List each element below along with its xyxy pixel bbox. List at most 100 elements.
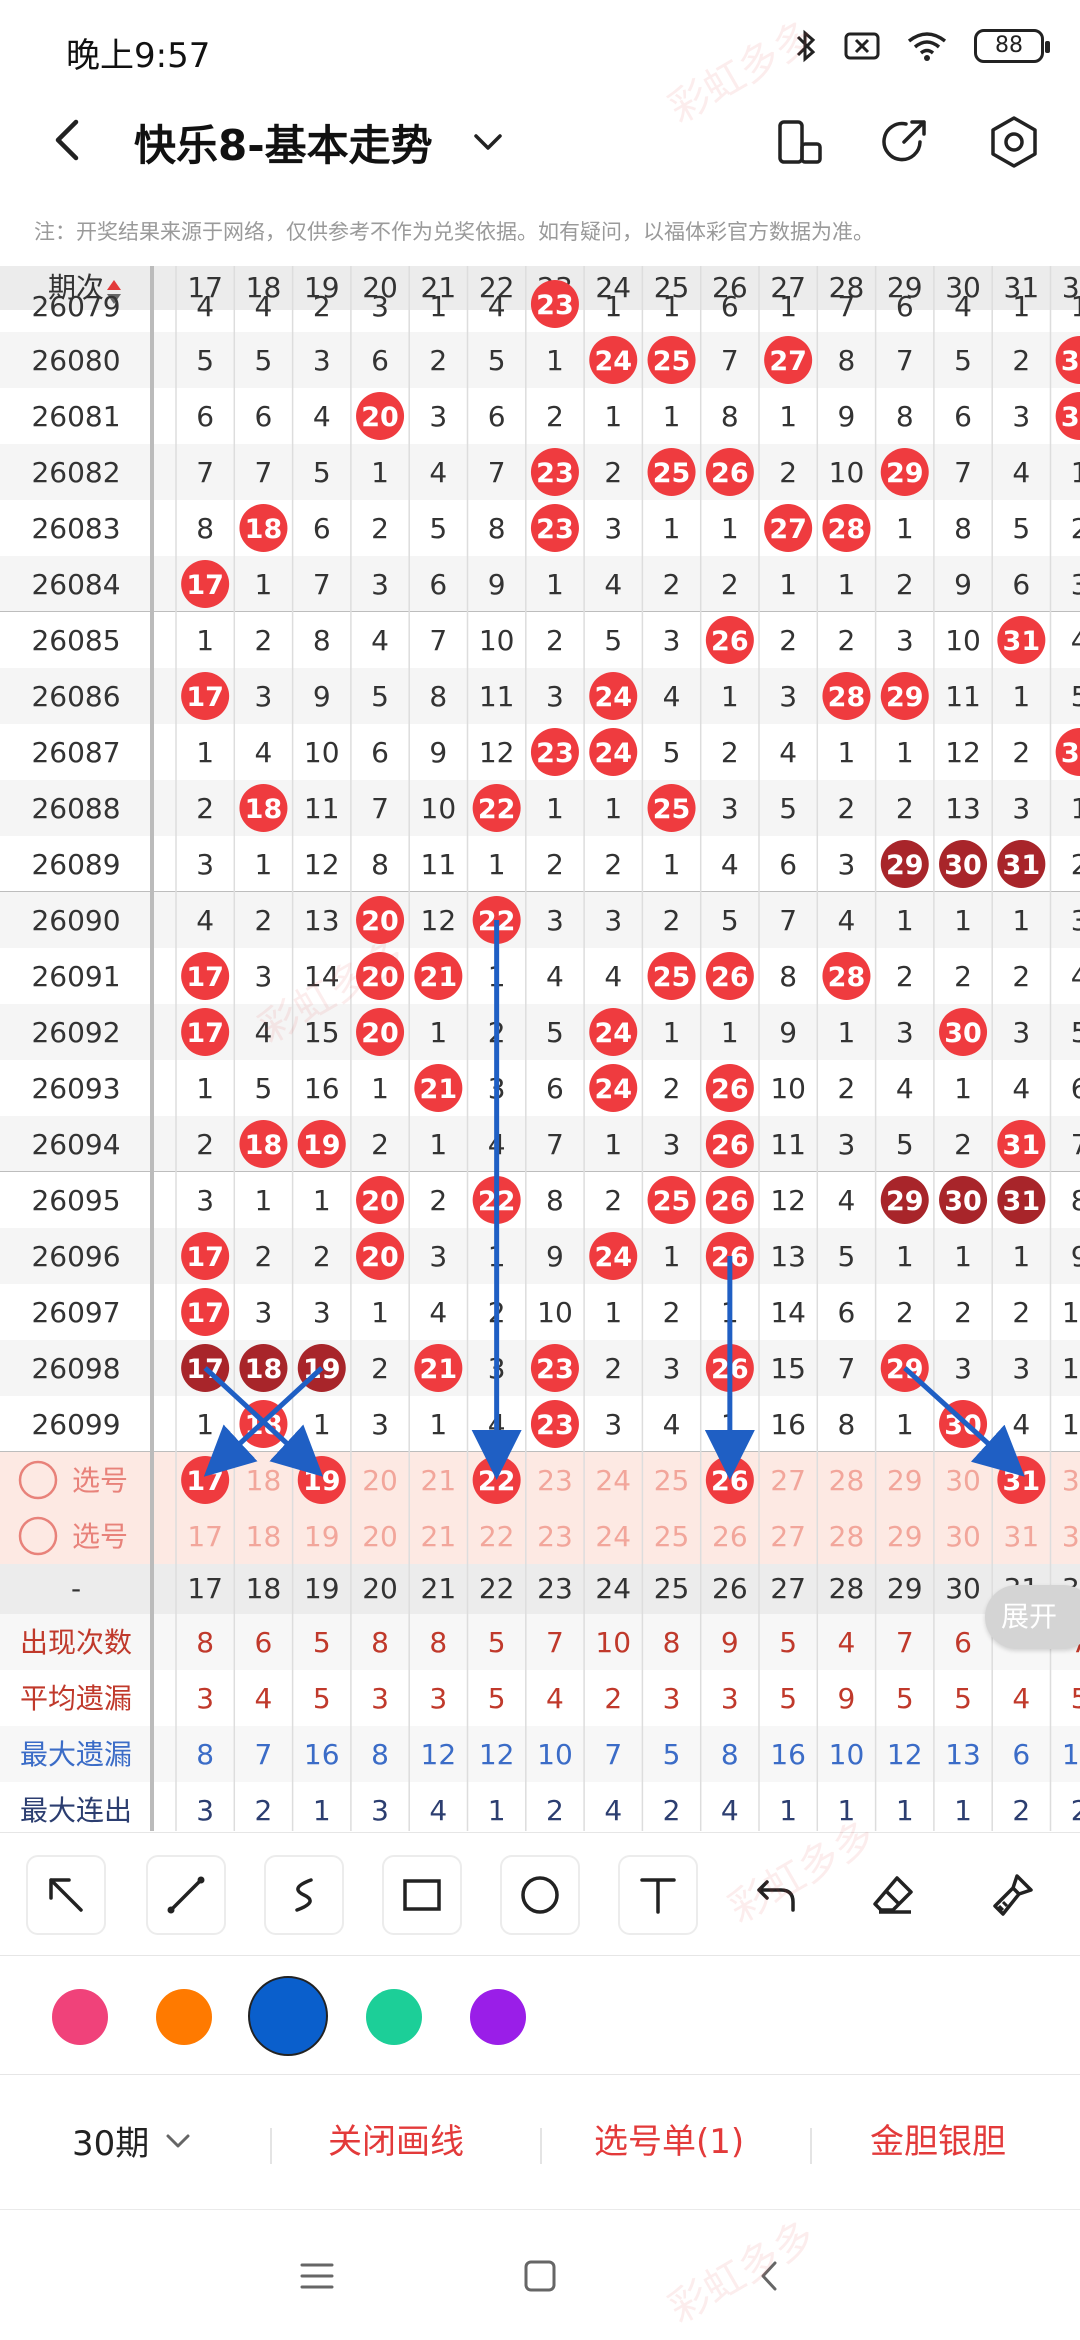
footer-column-header: 25 bbox=[654, 1572, 690, 1605]
page-title[interactable]: 快乐8-基本走势 bbox=[134, 112, 433, 173]
miss-count: 6 bbox=[546, 1072, 564, 1105]
trend-grid-canvas[interactable]: 期次17181920212223242526272829303132260794… bbox=[0, 266, 1080, 1831]
miss-count: 1 bbox=[721, 680, 739, 713]
text-tool-button[interactable] bbox=[618, 1855, 698, 1935]
miss-count: 3 bbox=[196, 848, 214, 881]
color-swatch-green[interactable] bbox=[366, 1989, 422, 2045]
miss-count: 4 bbox=[429, 1296, 447, 1329]
curve-tool-button[interactable] bbox=[264, 1855, 344, 1935]
trend-chart-grid[interactable]: 期次17181920212223242526272829303132260794… bbox=[0, 266, 1080, 1831]
stats-value: 2 bbox=[604, 1682, 622, 1715]
footer-column-header: 30 bbox=[945, 1572, 981, 1605]
miss-count: 1 bbox=[896, 904, 914, 937]
miss-count: 14 bbox=[304, 960, 340, 993]
miss-count: 10 bbox=[479, 624, 515, 657]
color-swatch-purple[interactable] bbox=[470, 1989, 526, 2045]
eraser-tool-button[interactable] bbox=[854, 1855, 934, 1935]
select-option: 18 bbox=[246, 1520, 282, 1553]
drawn-number: 32 bbox=[1061, 738, 1080, 769]
stats-value: 12 bbox=[479, 1738, 515, 1771]
home-icon[interactable] bbox=[515, 2251, 565, 2301]
miss-count: 5 bbox=[488, 344, 506, 377]
stats-row bbox=[0, 1614, 1080, 1670]
select-option: 24 bbox=[595, 1464, 631, 1497]
miss-count: 3 bbox=[663, 624, 681, 657]
miss-count: 1 bbox=[779, 568, 797, 601]
color-swatch-blue[interactable] bbox=[248, 1976, 328, 2056]
drawn-number: 22 bbox=[478, 794, 516, 825]
stats-value: 3 bbox=[663, 1682, 681, 1715]
arrow-tool-button[interactable] bbox=[26, 1855, 106, 1935]
stats-value: 10 bbox=[595, 1626, 631, 1659]
color-swatch-orange[interactable] bbox=[156, 1989, 212, 2045]
drawn-number: 23 bbox=[536, 514, 574, 545]
drawn-number: 17 bbox=[186, 682, 224, 713]
stats-value: 5 bbox=[488, 1626, 506, 1659]
screen-rotate-icon[interactable] bbox=[770, 112, 830, 172]
stats-value: 9 bbox=[721, 1626, 739, 1659]
selected-number: 19 bbox=[303, 1466, 341, 1497]
stats-value: 3 bbox=[429, 1682, 447, 1715]
miss-count: 1 bbox=[488, 848, 506, 881]
miss-count: 2 bbox=[663, 1072, 681, 1105]
stats-value: 5 bbox=[954, 1682, 972, 1715]
close-lines-button[interactable]: 关闭画线 bbox=[328, 2114, 464, 2163]
circle-tool-button[interactable] bbox=[500, 1855, 580, 1935]
footer-header-label: - bbox=[71, 1572, 81, 1605]
miss-count: 2 bbox=[604, 1184, 622, 1217]
color-swatch-pink[interactable] bbox=[52, 1989, 108, 2045]
select-option: 32 bbox=[1062, 1464, 1080, 1497]
share-icon[interactable] bbox=[874, 112, 934, 172]
footer-column-header: 23 bbox=[537, 1572, 573, 1605]
undo-tool-button[interactable] bbox=[736, 1855, 816, 1935]
stats-value: 8 bbox=[429, 1626, 447, 1659]
miss-count: 7 bbox=[896, 344, 914, 377]
issue-number: 26091 bbox=[31, 960, 120, 993]
miss-count: 1 bbox=[429, 1128, 447, 1161]
miss-count: 5 bbox=[896, 1128, 914, 1161]
period-select[interactable]: 30期 bbox=[72, 2116, 193, 2165]
miss-count: 1 bbox=[896, 1240, 914, 1273]
drawn-number: 23 bbox=[536, 458, 574, 489]
miss-count: 2 bbox=[896, 1296, 914, 1329]
miss-count: 2 bbox=[838, 624, 856, 657]
select-option: 20 bbox=[362, 1464, 398, 1497]
drawn-number: 21 bbox=[420, 962, 458, 993]
miss-count: 2 bbox=[721, 568, 739, 601]
back-icon[interactable] bbox=[44, 110, 94, 170]
issue-number: 26085 bbox=[31, 624, 120, 657]
gold-silver-button[interactable]: 金胆银胆 bbox=[870, 2114, 1006, 2163]
miss-count: 6 bbox=[838, 1296, 856, 1329]
stats-value: 16 bbox=[770, 1738, 806, 1771]
stats-value: 8 bbox=[196, 1626, 214, 1659]
pick-list-button[interactable]: 选号单(1) bbox=[594, 2114, 744, 2163]
miss-count: 11 bbox=[945, 680, 981, 713]
select-label: 选号 bbox=[72, 1520, 128, 1553]
miss-count: 3 bbox=[255, 960, 273, 993]
miss-count: 11 bbox=[304, 792, 340, 825]
stats-value: 3 bbox=[371, 1682, 389, 1715]
miss-count: 7 bbox=[255, 456, 273, 489]
miss-count: 6 bbox=[371, 736, 389, 769]
miss-count: 1 bbox=[371, 1296, 389, 1329]
drawn-number: 26 bbox=[711, 626, 749, 657]
miss-count: 8 bbox=[196, 512, 214, 545]
line-tool-button[interactable] bbox=[146, 1855, 226, 1935]
back-nav-icon[interactable] bbox=[745, 2251, 795, 2301]
menu-icon[interactable] bbox=[292, 2251, 342, 2301]
expand-button[interactable]: 展开 bbox=[985, 1585, 1080, 1649]
miss-count: 2 bbox=[604, 848, 622, 881]
miss-count: 7 bbox=[838, 290, 856, 323]
settings-icon[interactable] bbox=[984, 112, 1044, 172]
stats-value: 4 bbox=[721, 1794, 739, 1827]
stats-value: 10 bbox=[829, 1738, 865, 1771]
miss-count: 4 bbox=[255, 736, 273, 769]
chevron-down-icon[interactable] bbox=[468, 116, 508, 166]
miss-count: 1 bbox=[255, 568, 273, 601]
rectangle-tool-button[interactable] bbox=[382, 1855, 462, 1935]
line-tool-icon bbox=[167, 1876, 205, 1914]
miss-count: 3 bbox=[954, 1352, 972, 1385]
table-row bbox=[0, 1228, 1080, 1284]
miss-count: 2 bbox=[663, 568, 681, 601]
clear-tool-button[interactable] bbox=[972, 1855, 1052, 1935]
